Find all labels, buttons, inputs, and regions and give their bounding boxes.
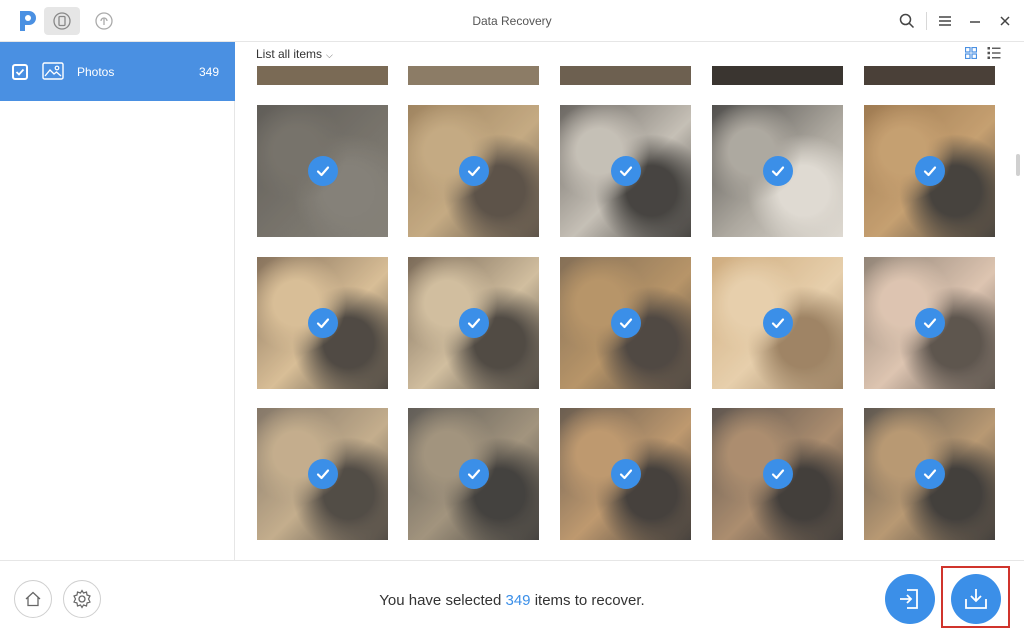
partial-photo xyxy=(257,66,388,85)
selected-check-icon[interactable] xyxy=(610,308,641,338)
sidebar-item-photos[interactable]: Photos 349 xyxy=(0,42,235,101)
search-button[interactable] xyxy=(896,10,918,32)
photo-thumbnail[interactable] xyxy=(257,408,388,540)
grid-view-icon[interactable] xyxy=(965,47,977,59)
menu-icon xyxy=(939,16,951,26)
photo-thumbnail[interactable] xyxy=(864,408,995,540)
photo-thumbnail[interactable] xyxy=(864,105,995,237)
menu-button[interactable] xyxy=(934,10,956,32)
sidebar-item-count: 349 xyxy=(198,65,219,79)
grid-scrollbar[interactable] xyxy=(1016,154,1020,176)
minimize-button[interactable] xyxy=(964,10,986,32)
selected-check-icon[interactable] xyxy=(762,459,793,489)
status-suffix: items to recover. xyxy=(534,592,645,609)
photo-thumbnail[interactable] xyxy=(408,257,539,389)
sidebar-item-label: Photos xyxy=(77,65,115,79)
selected-check-icon[interactable] xyxy=(610,156,641,186)
photo-thumbnail[interactable] xyxy=(560,408,691,540)
close-button[interactable] xyxy=(994,10,1016,32)
bottom-bar: You have selected 349 items to recover. xyxy=(0,560,1024,632)
photo-thumbnail[interactable] xyxy=(257,257,388,389)
window-title: Data Recovery xyxy=(472,14,552,28)
search-icon xyxy=(899,13,915,29)
photo-thumbnail[interactable] xyxy=(712,257,843,389)
photo-thumbnail[interactable] xyxy=(408,105,539,237)
selected-check-icon[interactable] xyxy=(610,459,641,489)
list-filter-label: List all items xyxy=(256,47,323,61)
selection-status: You have selected 349 items to recover. xyxy=(0,592,1024,609)
status-count: 349 xyxy=(505,592,531,609)
status-prefix: You have selected xyxy=(379,592,502,609)
photo-thumbnail[interactable] xyxy=(864,257,995,389)
chevron-down-icon: ⌵ xyxy=(326,50,333,60)
list-view-icon[interactable] xyxy=(987,46,1001,60)
photo-grid xyxy=(236,66,1024,560)
partial-photo xyxy=(560,66,691,85)
export-icon xyxy=(900,589,918,609)
highlight-box xyxy=(941,566,1010,628)
minimize-icon xyxy=(970,21,980,23)
photo-thumbnail[interactable] xyxy=(257,105,388,237)
photos-checkbox[interactable] xyxy=(12,64,28,80)
partial-photo xyxy=(408,66,539,85)
checkmark-icon xyxy=(15,68,25,76)
title-separator xyxy=(926,12,927,30)
close-icon xyxy=(1000,16,1010,26)
photo-thumbnail[interactable] xyxy=(712,105,843,237)
selected-check-icon[interactable] xyxy=(914,459,945,489)
photo-thumbnail[interactable] xyxy=(712,408,843,540)
selected-check-icon[interactable] xyxy=(914,156,945,186)
selected-check-icon[interactable] xyxy=(762,156,793,186)
partial-photo xyxy=(712,66,843,85)
partial-photo xyxy=(864,66,995,85)
photo-thumbnail[interactable] xyxy=(560,105,691,237)
list-filter-dropdown[interactable]: List all items ⌵ xyxy=(256,47,333,61)
selected-check-icon[interactable] xyxy=(762,308,793,338)
sidebar: Photos 349 xyxy=(0,42,235,560)
photo-thumbnail[interactable] xyxy=(560,257,691,389)
selected-check-icon[interactable] xyxy=(914,308,945,338)
selected-check-icon[interactable] xyxy=(458,308,489,338)
title-bar: Data Recovery xyxy=(0,0,1024,42)
selected-check-icon[interactable] xyxy=(458,459,489,489)
selected-check-icon[interactable] xyxy=(307,459,338,489)
photo-thumbnail[interactable] xyxy=(408,408,539,540)
selected-check-icon[interactable] xyxy=(307,156,338,186)
export-to-device-button[interactable] xyxy=(885,574,935,624)
selected-check-icon[interactable] xyxy=(307,308,338,338)
photos-icon xyxy=(42,62,64,80)
content-toolbar: List all items ⌵ xyxy=(236,42,1024,66)
selected-check-icon[interactable] xyxy=(458,156,489,186)
